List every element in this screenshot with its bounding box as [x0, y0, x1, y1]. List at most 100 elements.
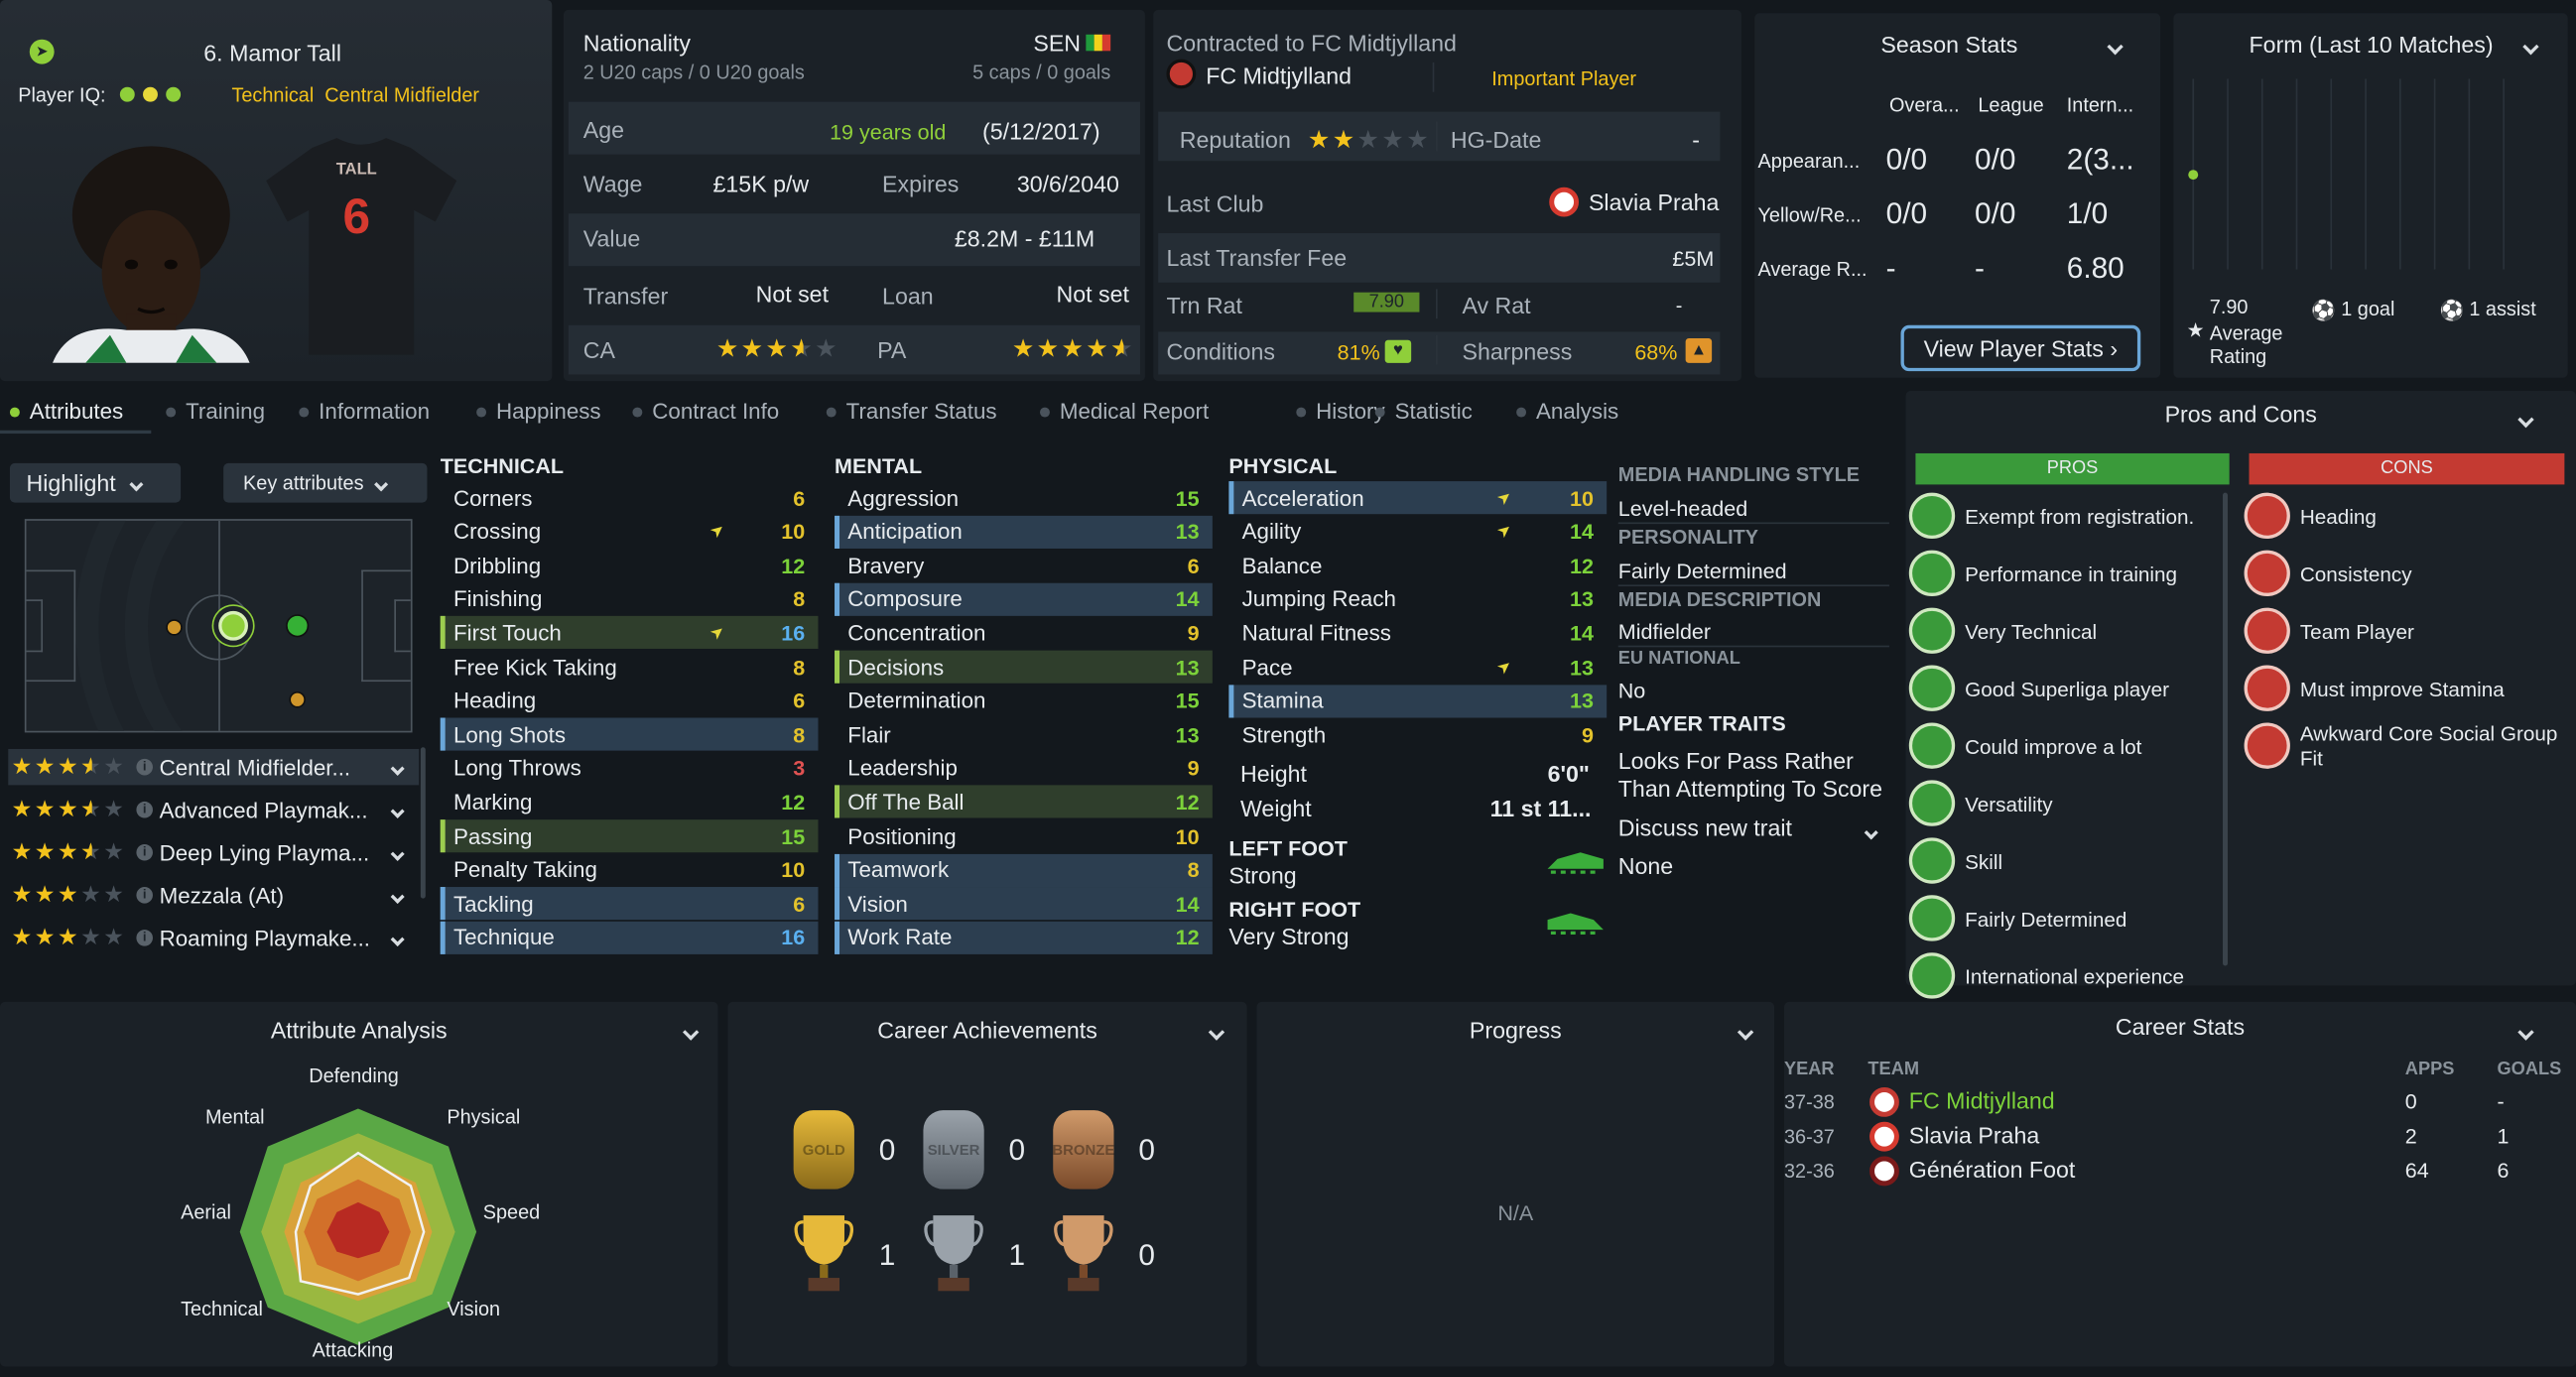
discuss-trait-dropdown[interactable]: Discuss new trait [1618, 814, 1886, 844]
attribute-row-penalty-taking[interactable]: Penalty Taking 10 [441, 853, 819, 886]
attribute-row-balance[interactable]: Balance 12 [1228, 549, 1607, 581]
last-club-value[interactable]: Slavia Praha [1589, 188, 1719, 214]
role-row[interactable]: ★★★★★★★★★★iDeep Lying Playma... [8, 834, 419, 870]
attribute-row-bravery[interactable]: Bravery 6 [835, 549, 1213, 581]
shirt-name: TALL [335, 161, 377, 180]
career-team[interactable]: Slavia Praha [1909, 1122, 2039, 1148]
attribute-row-marking[interactable]: Marking 12 [441, 786, 819, 818]
chevron-down-icon[interactable] [390, 795, 405, 824]
career-team[interactable]: FC Midtjylland [1909, 1087, 2055, 1113]
attribute-row-finishing[interactable]: Finishing 8 [441, 582, 819, 615]
attribute-row-dribbling[interactable]: Dribbling 12 [441, 549, 819, 581]
tab-label: Happiness [495, 399, 601, 425]
attribute-value: 14 [1569, 519, 1594, 545]
info-icon[interactable]: i [136, 758, 153, 776]
attribute-row-long-throws[interactable]: Long Throws 3 [441, 752, 819, 785]
form-dropdown-icon[interactable] [2522, 31, 2539, 61]
season-stats-dropdown-icon[interactable] [2107, 31, 2124, 61]
pros-cons-dropdown-icon[interactable] [2517, 404, 2534, 434]
attribute-row-jumping-reach[interactable]: Jumping Reach 13 [1228, 582, 1607, 615]
tab-training[interactable]: Training [166, 399, 265, 424]
tab-history[interactable]: History [1296, 399, 1385, 424]
attribute-row-work-rate[interactable]: Work Rate 12 [835, 921, 1213, 954]
attribute-row-anticipation[interactable]: Anticipation 13 [835, 515, 1213, 549]
info-icon[interactable]: i [136, 887, 153, 904]
attribute-row-leadership[interactable]: Leadership 9 [835, 752, 1213, 785]
attribute-row-aggression[interactable]: Aggression 15 [835, 481, 1213, 514]
key-attributes-dropdown[interactable]: Key attributes [223, 462, 428, 503]
role-row[interactable]: ★★★★★★★★★★iRoaming Playmake... [8, 920, 419, 955]
info-icon[interactable]: i [136, 801, 153, 818]
attribute-row-flair[interactable]: Flair 13 [835, 718, 1213, 751]
attribute-row-natural-fitness[interactable]: Natural Fitness 14 [1228, 616, 1607, 649]
analysis-dropdown-icon[interactable] [682, 1017, 700, 1047]
form-rating-point[interactable] [2188, 170, 2199, 181]
attribute-name: Heading [452, 688, 537, 713]
chevron-down-icon[interactable] [390, 923, 405, 952]
attribute-row-pace[interactable]: Pace ➤ 13 [1228, 651, 1607, 684]
career-col-apps: APPS [2404, 1059, 2455, 1079]
attribute-row-strength[interactable]: Strength 9 [1228, 718, 1607, 751]
chevron-down-icon[interactable] [390, 752, 405, 782]
achievements-dropdown-icon[interactable] [1208, 1017, 1225, 1047]
role-row[interactable]: ★★★★★★★★★★iAdvanced Playmak... [8, 792, 419, 827]
attribute-row-passing[interactable]: Passing 15 [440, 819, 819, 853]
attribute-row-concentration[interactable]: Concentration 9 [835, 616, 1213, 649]
attribute-row-tackling[interactable]: Tackling 6 [440, 887, 819, 921]
pros-scrollbar[interactable] [2223, 492, 2228, 966]
career-achievements-title: Career Achievements [877, 1016, 1097, 1044]
tab-transfer-status[interactable]: Transfer Status [826, 399, 997, 424]
tab-information[interactable]: Information [299, 399, 430, 424]
tab-contract-info[interactable]: Contract Info [632, 399, 779, 424]
tab-medical-report[interactable]: Medical Report [1039, 399, 1209, 424]
attribute-row-free-kick-taking[interactable]: Free Kick Taking 8 [441, 651, 819, 684]
attribute-row-acceleration[interactable]: Acceleration ➤ 10 [1228, 481, 1608, 515]
info-icon[interactable]: i [136, 843, 153, 861]
medal-label: GOLD [802, 1141, 845, 1159]
attribute-row-composure[interactable]: Composure 14 [835, 582, 1213, 616]
role-row[interactable]: ★★★★★★★★★★iCentral Midfielder... [8, 748, 420, 786]
chevron-down-icon [130, 468, 145, 498]
attribute-analysis-panel: Attribute Analysis Defending Physical Sp… [0, 1001, 718, 1367]
attribute-row-corners[interactable]: Corners 6 [441, 481, 819, 514]
goal-ball-icon: ⚽ [2311, 299, 2337, 322]
progress-dropdown-icon[interactable] [1737, 1017, 1754, 1047]
attribute-row-heading[interactable]: Heading 6 [441, 685, 819, 717]
pros-cons-panel: Pros and Cons PROS CONS Exempt from regi… [1905, 391, 2576, 999]
attribute-row-vision[interactable]: Vision 14 [835, 887, 1213, 921]
trend-up-arrow-icon: ➤ [1493, 520, 1517, 544]
attribute-row-long-shots[interactable]: Long Shots 8 [440, 717, 819, 751]
chevron-down-icon[interactable] [390, 880, 405, 910]
loan-value[interactable]: Not set [1057, 281, 1129, 307]
attribute-value: 10 [781, 857, 806, 883]
attribute-row-decisions[interactable]: Decisions 13 [835, 650, 1213, 684]
attribute-row-crossing[interactable]: Crossing ➤ 10 [441, 515, 819, 548]
highlight-dropdown[interactable]: Highlight [9, 462, 182, 503]
role-list-scrollbar[interactable] [420, 747, 426, 899]
tab-analysis[interactable]: Analysis [1516, 399, 1618, 424]
tab-statistic[interactable]: Statistic [1374, 399, 1473, 424]
career-dropdown-icon[interactable] [2517, 1017, 2534, 1047]
medal-count: 0 [1138, 1133, 1155, 1167]
attribute-row-stamina[interactable]: Stamina 13 [1228, 684, 1608, 717]
attribute-row-first-touch[interactable]: First Touch ➤ 16 [440, 616, 819, 650]
role-row[interactable]: ★★★★★★★★★★iMezzala (At) [8, 877, 419, 913]
attribute-row-determination[interactable]: Determination 15 [835, 685, 1213, 717]
info-icon[interactable]: i [136, 930, 153, 946]
attribute-row-positioning[interactable]: Positioning 10 [835, 819, 1213, 852]
chevron-down-icon[interactable] [390, 837, 405, 867]
attribute-row-off-the-ball[interactable]: Off The Ball 12 [835, 786, 1213, 819]
attribute-row-agility[interactable]: Agility ➤ 14 [1228, 515, 1607, 548]
view-player-stats-button[interactable]: View Player Stats › [1900, 324, 2141, 372]
tab-attributes[interactable]: Attributes [9, 399, 123, 424]
attribute-row-teamwork[interactable]: Teamwork 8 [835, 853, 1213, 887]
transfer-value[interactable]: Not set [756, 281, 829, 307]
attribute-row-technique[interactable]: Technique 16 [440, 921, 819, 954]
highlight-bar [835, 582, 840, 616]
silver-medal-icon: SILVER [923, 1110, 984, 1189]
con-item: Must improve Stamina [2299, 678, 2505, 701]
tab-happiness[interactable]: Happiness [476, 399, 601, 425]
club-name[interactable]: FC Midtjylland [1206, 63, 1352, 88]
pa-label: PA [877, 336, 907, 363]
career-team[interactable]: Génération Foot [1909, 1157, 2076, 1183]
